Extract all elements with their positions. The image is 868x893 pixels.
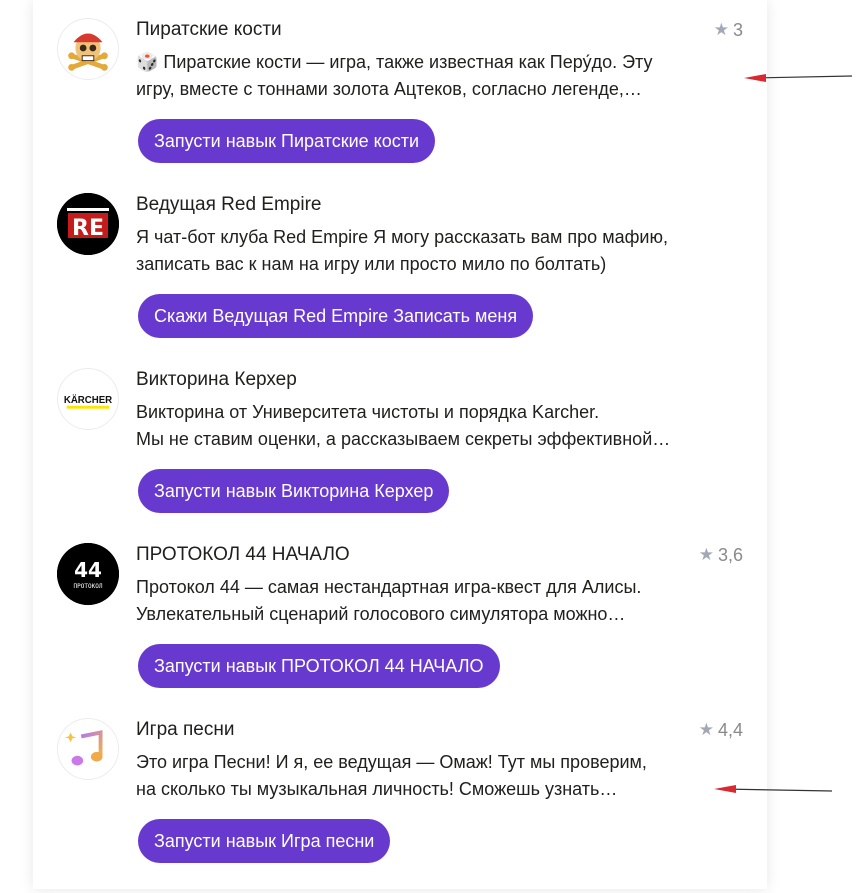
skill-card: Пиратские кости ★ 3 🎲 Пиратские кости — … — [33, 18, 767, 193]
star-icon: ★ — [698, 545, 714, 564]
protocol-logo-subtext: ПРОТОКОЛ — [74, 583, 103, 590]
pirate-skull-icon[interactable] — [57, 18, 119, 80]
description-line: 🎲 Пиратские кости — игра, также известна… — [136, 52, 653, 72]
skill-rating: ★ 4,4 — [699, 718, 743, 742]
description-line: записать вас к нам на игру или просто ми… — [136, 254, 607, 274]
launch-skill-button[interactable]: Запусти навык Викторина Керхер — [138, 469, 450, 513]
launch-skill-button[interactable]: Запусти навык Игра песни — [138, 819, 391, 863]
karcher-logo-icon[interactable]: KÄRCHER — [57, 368, 119, 430]
skill-description: 🎲 Пиратские кости — игра, также известна… — [136, 49, 716, 103]
svg-text:RE: RE — [72, 216, 104, 241]
description-line: Я чат-бот клуба Red Empire Я могу расска… — [136, 227, 668, 247]
description-line: Викторина от Университета чистоты и поря… — [136, 402, 600, 422]
skill-title[interactable]: Ведущая Red Empire — [136, 193, 322, 217]
description-line: игру, вместе с тоннами золота Ацтеков, с… — [136, 79, 642, 99]
skill-title[interactable]: Игра песни — [136, 718, 234, 742]
skill-card: KÄRCHER Викторина Керхер Викторина от Ун… — [33, 368, 767, 543]
star-icon: ★ — [713, 20, 729, 39]
rating-value: 3 — [732, 20, 743, 40]
skill-description: Протокол 44 — самая нестандартная игра-к… — [136, 574, 716, 628]
skill-rating: ★ 3,6 — [699, 543, 743, 567]
skill-card: RE Ведущая Red Empire Я чат-бот клуба Re… — [33, 193, 767, 368]
star-icon: ★ — [698, 720, 714, 739]
skill-description: Это игра Песни! И я, ее ведущая — Омаж! … — [136, 749, 716, 803]
annotation-arrow-icon — [744, 74, 853, 82]
description-line: Протокол 44 — самая нестандартная игра-к… — [136, 577, 642, 597]
launch-skill-button[interactable]: Запусти навык ПРОТОКОЛ 44 НАЧАЛО — [138, 644, 500, 688]
protocol-logo-number: 44 — [74, 558, 102, 582]
skill-title[interactable]: Пиратские кости — [136, 18, 282, 42]
skill-description: Я чат-бот клуба Red Empire Я могу расска… — [136, 224, 716, 278]
annotation-arrow-icon — [714, 785, 833, 793]
description-line: Мы не ставим оценки, а рассказываем секр… — [136, 429, 671, 449]
description-line: Это игра Песни! И я, ее ведущая — Омаж! … — [136, 752, 647, 772]
red-empire-logo-icon[interactable]: RE — [57, 193, 119, 255]
skills-list: Пиратские кости ★ 3 🎲 Пиратские кости — … — [33, 0, 767, 889]
skill-card: 44 ПРОТОКОЛ ПРОТОКОЛ 44 НАЧАЛО ★ 3,6 Про… — [33, 543, 767, 718]
skill-rating: ★ 3 — [714, 18, 743, 42]
skill-title[interactable]: Викторина Керхер — [136, 368, 297, 392]
karcher-logo-text: KÄRCHER — [64, 395, 112, 406]
skill-description: Викторина от Университета чистоты и поря… — [136, 399, 716, 453]
say-skill-button[interactable]: Скажи Ведущая Red Empire Записать меня — [138, 294, 534, 338]
skill-title[interactable]: ПРОТОКОЛ 44 НАЧАЛО — [136, 543, 350, 567]
description-line: на сколько ты музыкальная личность! Смож… — [136, 779, 618, 799]
rating-value: 3,6 — [717, 545, 743, 565]
rating-value: 4,4 — [717, 720, 743, 740]
launch-skill-button[interactable]: Запусти навык Пиратские кости — [138, 119, 436, 163]
description-line: Увлекательный сценарий голосового симуля… — [136, 604, 626, 624]
music-note-icon[interactable] — [57, 718, 119, 780]
protocol-44-logo-icon[interactable]: 44 ПРОТОКОЛ — [57, 543, 119, 605]
skill-card: Игра песни ★ 4,4 Это игра Песни! И я, ее… — [33, 718, 767, 893]
